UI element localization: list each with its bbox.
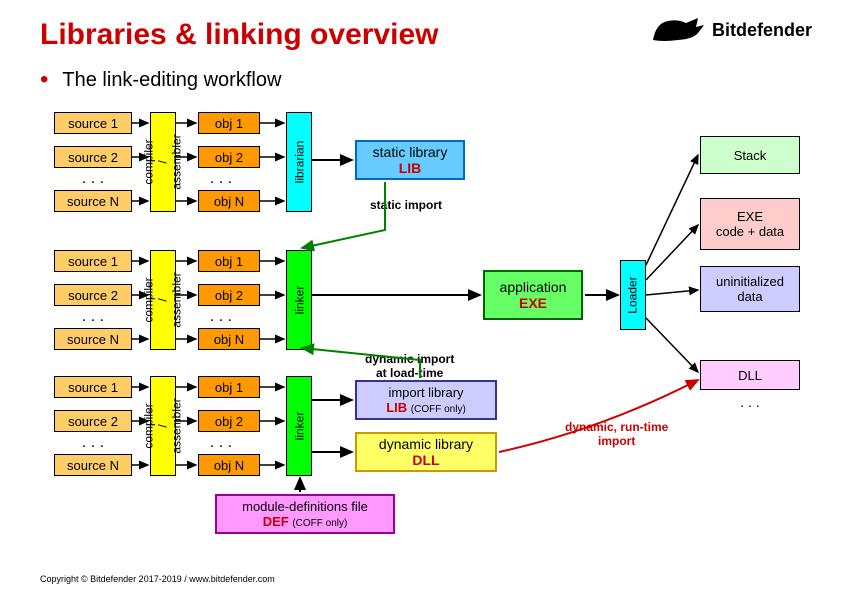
- bullet-item: • The link-editing workflow: [40, 68, 281, 92]
- compiler-label: compiler / assembler: [150, 112, 176, 212]
- wolf-icon: [648, 15, 708, 45]
- def-file-box: module-definitions file DEF (COFF only): [215, 494, 395, 534]
- label: DEF: [263, 514, 289, 529]
- logo: Bitdefender: [648, 15, 812, 45]
- source-box: source 1: [54, 112, 132, 134]
- dots: . . .: [190, 434, 252, 452]
- mem-data: uninitialized data: [700, 266, 800, 312]
- label: DLL: [412, 452, 439, 468]
- obj-box: obj 1: [198, 250, 260, 272]
- copyright: Copyright © Bitdefender 2017-2019 / www.…: [40, 574, 275, 584]
- mem-dll: DLL: [700, 360, 800, 390]
- mem-dots: . . .: [700, 394, 800, 410]
- compiler-label: compiler / assembler: [150, 250, 176, 350]
- dots: . . .: [54, 308, 132, 326]
- source-box: source N: [54, 190, 132, 212]
- label: static library: [373, 144, 448, 160]
- dots: . . .: [190, 170, 252, 188]
- obj-box: obj 1: [198, 112, 260, 134]
- linker-label-1: linker: [286, 250, 312, 350]
- mem-code: EXE code + data: [700, 198, 800, 250]
- slide-title: Libraries & linking overview: [40, 18, 438, 52]
- ann-dyn-run: dynamic, run-time import: [565, 420, 668, 448]
- logo-text: Bitdefender: [712, 20, 812, 41]
- label: LIB: [399, 160, 422, 176]
- ann-dyn-load: dynamic import at load-time: [365, 352, 454, 380]
- label: application: [500, 279, 567, 295]
- dots: . . .: [54, 434, 132, 452]
- source-box: source 1: [54, 376, 132, 398]
- label: EXE: [519, 295, 547, 311]
- label: (COFF only): [292, 518, 347, 529]
- mem-stack: Stack: [700, 136, 800, 174]
- obj-box: obj 2: [198, 410, 260, 432]
- source-box: source N: [54, 454, 132, 476]
- obj-box: obj 1: [198, 376, 260, 398]
- source-box: source 2: [54, 284, 132, 306]
- bullet-text: The link-editing workflow: [62, 69, 281, 92]
- loader-label: Loader: [620, 260, 646, 330]
- label: module-definitions file: [242, 499, 368, 514]
- app-exe-box: application EXE: [483, 270, 583, 320]
- import-lib-box: import library LIB (COFF only): [355, 380, 497, 420]
- label: dynamic library: [379, 436, 473, 452]
- compiler-label: compiler / assembler: [150, 376, 176, 476]
- librarian-label: librarian: [286, 112, 312, 212]
- label: (COFF only): [411, 404, 466, 415]
- bullet-dot-icon: •: [40, 68, 48, 92]
- label: LIB: [386, 400, 407, 415]
- dots: . . .: [190, 308, 252, 326]
- dynamic-lib-box: dynamic library DLL: [355, 432, 497, 472]
- obj-box: obj 2: [198, 146, 260, 168]
- obj-box: obj N: [198, 328, 260, 350]
- ann-static-import: static import: [370, 198, 442, 212]
- obj-box: obj 2: [198, 284, 260, 306]
- static-lib-box: static library LIB: [355, 140, 465, 180]
- source-box: source 2: [54, 146, 132, 168]
- source-box: source N: [54, 328, 132, 350]
- label: import library: [388, 385, 463, 400]
- obj-box: obj N: [198, 190, 260, 212]
- linker-label-2: linker: [286, 376, 312, 476]
- source-box: source 2: [54, 410, 132, 432]
- source-box: source 1: [54, 250, 132, 272]
- obj-box: obj N: [198, 454, 260, 476]
- dots: . . .: [54, 170, 132, 188]
